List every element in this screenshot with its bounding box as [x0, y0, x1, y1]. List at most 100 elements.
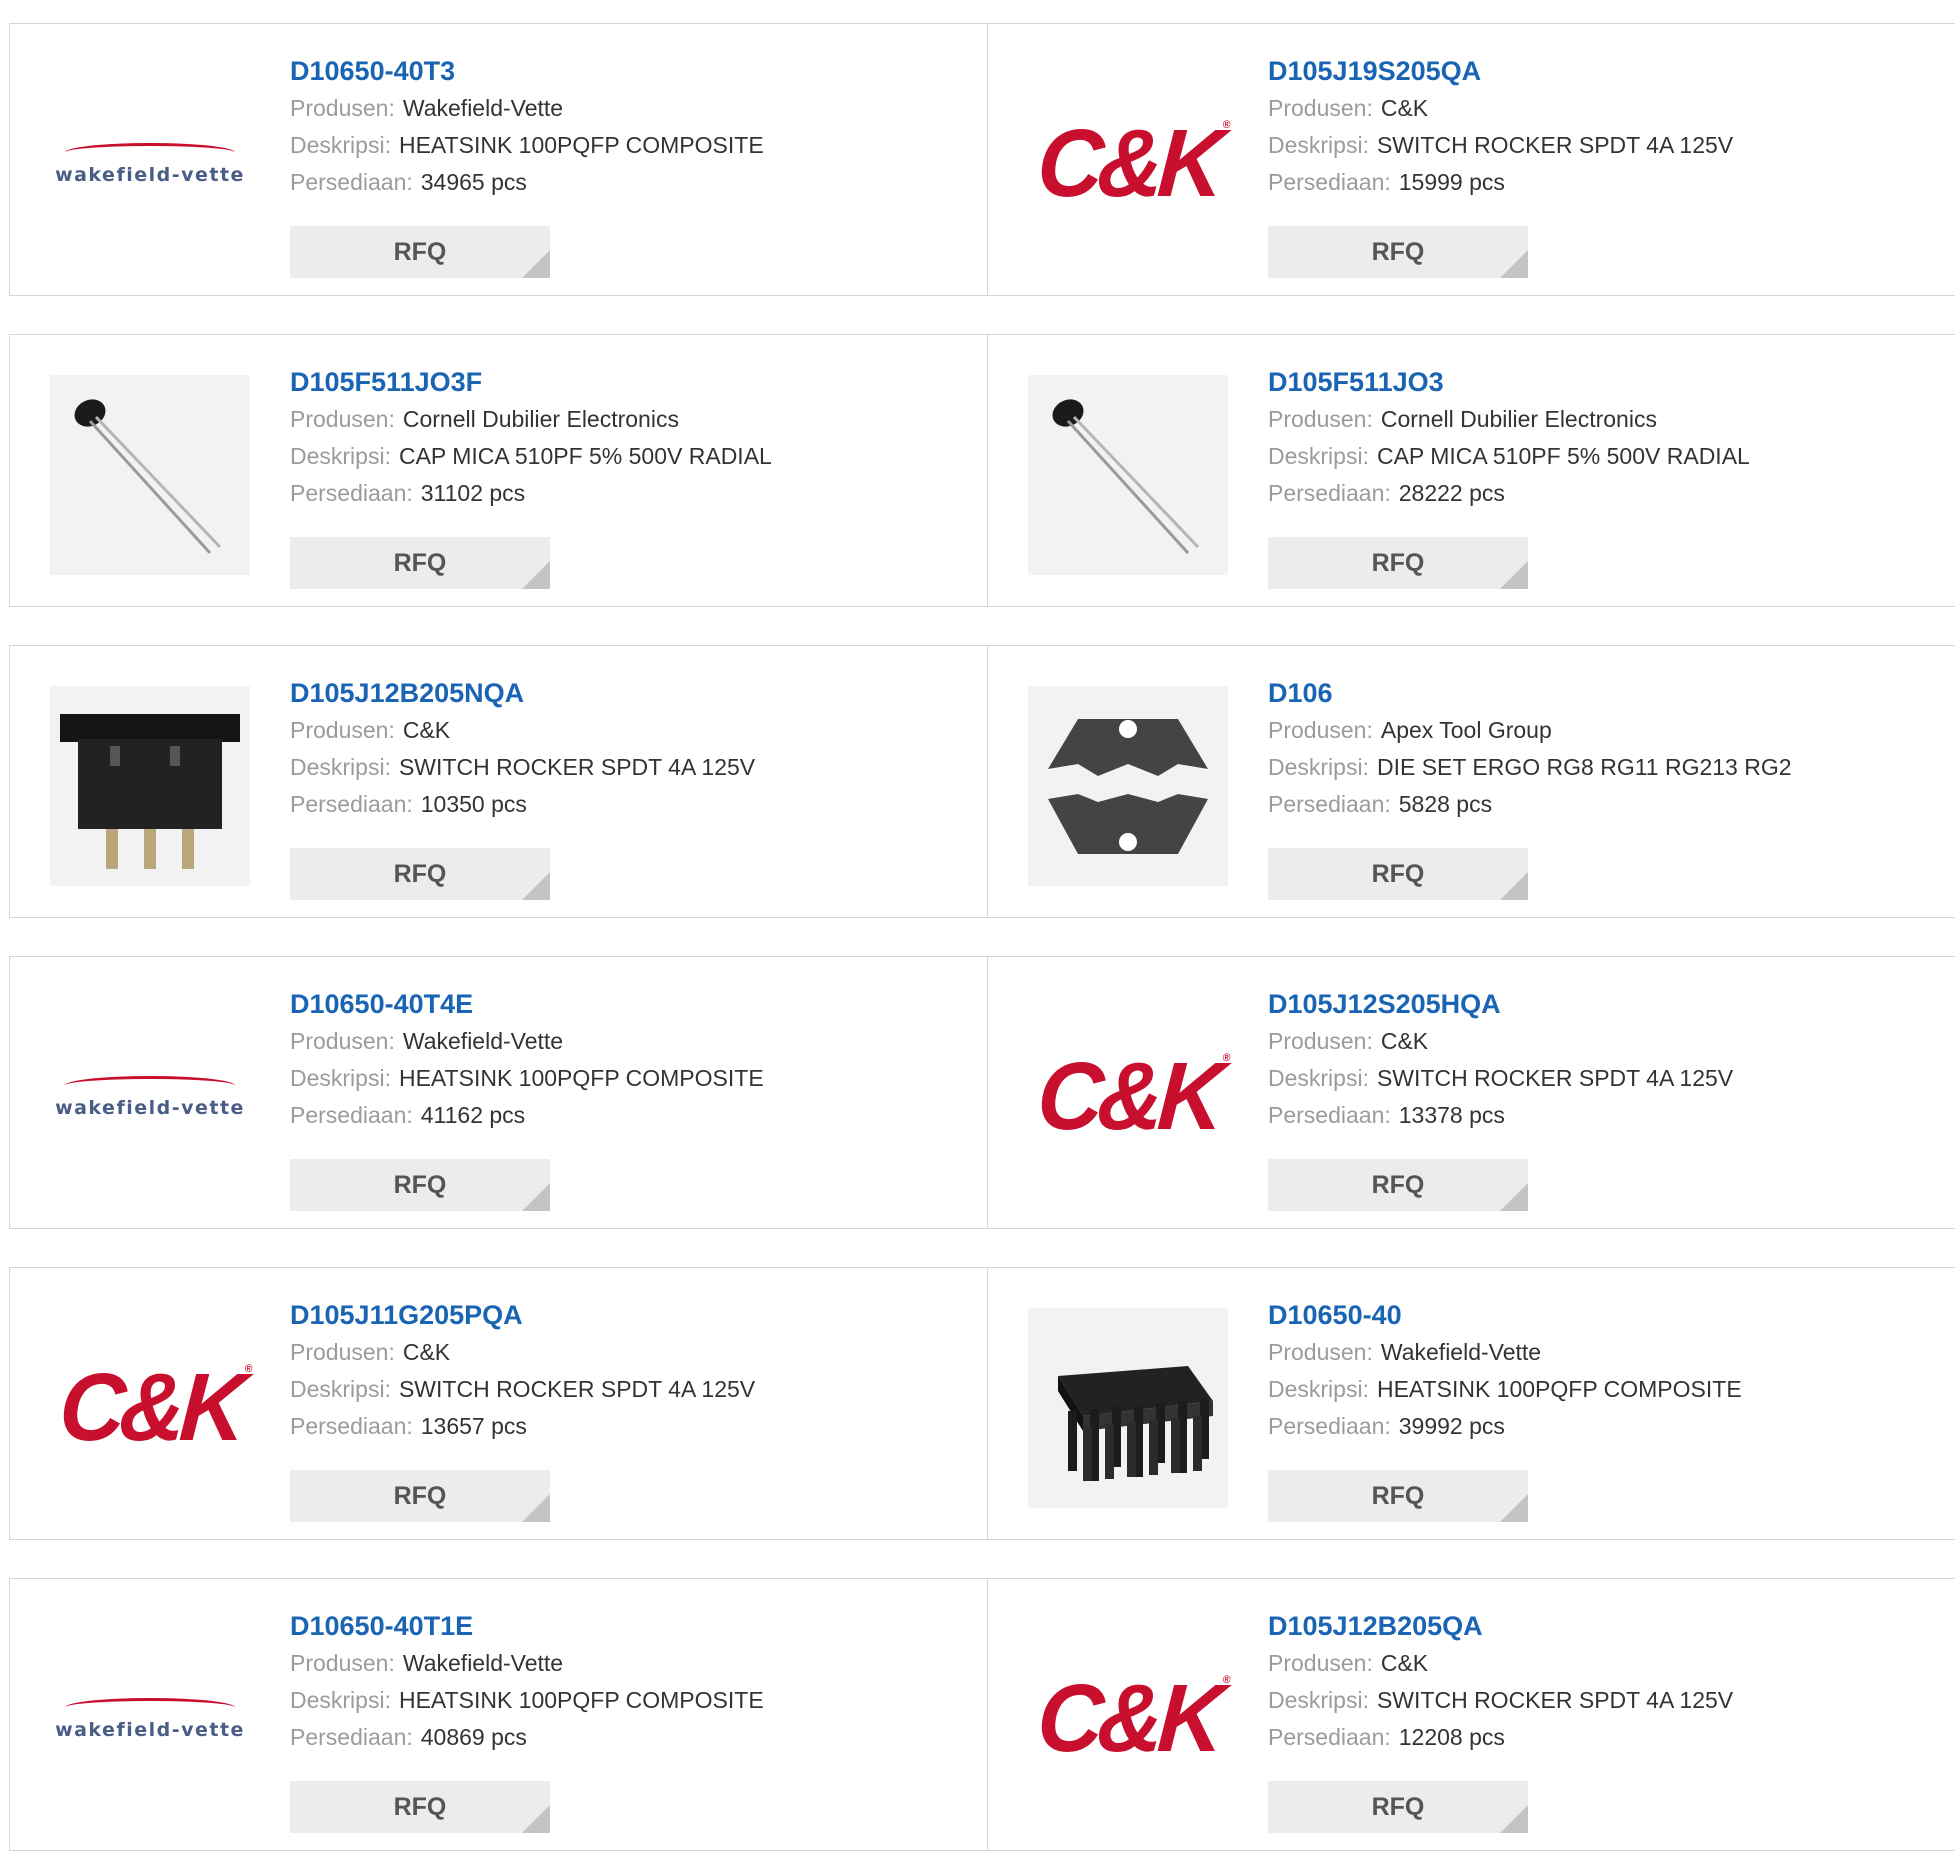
rfq-button[interactable]: RFQ — [1268, 848, 1528, 900]
product-info: D105J12B205NQA Produsen: C&K Deskripsi: SW… — [290, 674, 970, 823]
rfq-corner-decoration — [522, 1805, 550, 1833]
part-number-link[interactable]: D105J19S205QA — [1268, 52, 1948, 90]
rfq-button[interactable]: RFQ — [290, 1781, 550, 1833]
rfq-button[interactable]: RFQ — [290, 848, 550, 900]
capacitor-icon — [50, 373, 250, 578]
manufacturer-value: Wakefield-Vette — [402, 1028, 564, 1054]
rfq-label: RFQ — [393, 1171, 447, 1199]
manufacturer-label: Produsen: — [1268, 95, 1373, 121]
product-image[interactable] — [1028, 686, 1228, 886]
part-number-link[interactable]: D10650-40T3 — [290, 52, 970, 90]
product-image[interactable]: C&K ® — [50, 1308, 253, 1508]
manufacturer-line: Produsen: Wakefield-Vette — [290, 1023, 970, 1060]
manufacturer-line: Produsen: C&K — [1268, 1645, 1948, 1682]
product-image[interactable] — [50, 686, 250, 886]
rfq-label: RFQ — [1371, 860, 1425, 888]
product-card: wakefield-vette D10650-40T4E Produsen: Wa… — [10, 957, 988, 1228]
rfq-corner-decoration — [1500, 872, 1528, 900]
part-number-link[interactable]: D105J12S205HQA — [1268, 985, 1948, 1023]
product-info: D10650-40T3 Produsen: Wakefield-Vette Des… — [290, 52, 970, 201]
product-card: C&K ® D105J19S205QA Produsen: C&K Deskrips… — [988, 24, 1955, 295]
description-line: Deskripsi: HEATSINK 100PQFP COMPOSITE — [290, 127, 970, 164]
ck-logo-icon: C&K ® — [1034, 1043, 1231, 1150]
product-info: D105F511JO3 Produsen: Cornell Dubilier El… — [1268, 363, 1948, 512]
wakefield-vette-logo-icon: wakefield-vette — [50, 1075, 250, 1119]
part-number-link[interactable]: D106 — [1268, 674, 1948, 712]
rfq-button[interactable]: RFQ — [290, 1470, 550, 1522]
product-image[interactable]: C&K ® — [1028, 1619, 1230, 1819]
manufacturer-label: Produsen: — [1268, 1339, 1373, 1365]
rfq-button[interactable]: RFQ — [290, 1159, 550, 1211]
wakefield-vette-logo-icon: wakefield-vette — [50, 142, 250, 186]
rfq-corner-decoration — [522, 250, 550, 278]
manufacturer-label: Produsen: — [290, 1650, 395, 1676]
stock-value: 41162 pcs — [420, 1102, 526, 1128]
product-image[interactable]: C&K ® — [1028, 997, 1231, 1197]
product-info: D105F511JO3F Produsen: Cornell Dubilier E… — [290, 363, 970, 512]
stock-label: Persediaan: — [1268, 1413, 1391, 1439]
product-image[interactable]: wakefield-vette — [50, 1619, 250, 1819]
stock-value: 13378 pcs — [1398, 1102, 1505, 1128]
description-line: Deskripsi: HEATSINK 100PQFP COMPOSITE — [290, 1060, 970, 1097]
part-number-link[interactable]: D10650-40T4E — [290, 985, 970, 1023]
stock-label: Persediaan: — [290, 169, 413, 195]
description-value: CAP MICA 510PF 5% 500V RADIAL — [398, 443, 772, 469]
rfq-button[interactable]: RFQ — [290, 537, 550, 589]
part-number-link[interactable]: D105J12B205QA — [1268, 1607, 1948, 1645]
rfq-label: RFQ — [393, 549, 447, 577]
description-label: Deskripsi: — [290, 132, 391, 158]
product-card: C&K ® D105J12S205HQA Produsen: C&K Deskrip… — [988, 957, 1955, 1228]
stock-value: 31102 pcs — [420, 480, 526, 506]
part-number-link[interactable]: D10650-40 — [1268, 1296, 1948, 1334]
stock-label: Persediaan: — [1268, 791, 1391, 817]
product-image[interactable]: wakefield-vette — [50, 64, 250, 264]
part-number-link[interactable]: D105J11G205PQA — [290, 1296, 970, 1334]
manufacturer-label: Produsen: — [1268, 406, 1373, 432]
stock-label: Persediaan: — [290, 1102, 413, 1128]
part-number-link[interactable]: D105F511JO3F — [290, 363, 970, 401]
stock-line: Persediaan: 12208 pcs — [1268, 1719, 1948, 1756]
manufacturer-label: Produsen: — [1268, 1650, 1373, 1676]
part-number-link[interactable]: D10650-40T1E — [290, 1607, 970, 1645]
rfq-button[interactable]: RFQ — [1268, 1470, 1528, 1522]
rfq-button[interactable]: RFQ — [1268, 1159, 1528, 1211]
rocker-switch-icon — [50, 684, 250, 889]
manufacturer-label: Produsen: — [290, 95, 395, 121]
stock-value: 39992 pcs — [1398, 1413, 1505, 1439]
ck-logo-icon: C&K ® — [1034, 110, 1231, 217]
rfq-button[interactable]: RFQ — [1268, 226, 1528, 278]
product-image[interactable]: wakefield-vette — [50, 997, 250, 1197]
rfq-corner-decoration — [522, 1183, 550, 1211]
ck-logo-icon: C&K ® — [56, 1354, 253, 1461]
stock-line: Persediaan: 40869 pcs — [290, 1719, 970, 1756]
product-card: wakefield-vette D10650-40T1E Produsen: Wa… — [10, 1579, 988, 1850]
rfq-button[interactable]: RFQ — [1268, 1781, 1528, 1833]
product-row: D105F511JO3F Produsen: Cornell Dubilier E… — [9, 334, 1955, 607]
stock-line: Persediaan: 15999 pcs — [1268, 164, 1948, 201]
stock-line: Persediaan: 34965 pcs — [290, 164, 970, 201]
description-line: Deskripsi: SWITCH ROCKER SPDT 4A 125V — [1268, 127, 1948, 164]
description-value: SWITCH ROCKER SPDT 4A 125V — [1376, 132, 1734, 158]
manufacturer-value: C&K — [1380, 1028, 1429, 1054]
product-image[interactable] — [50, 375, 250, 575]
product-image[interactable] — [1028, 375, 1228, 575]
product-info: D105J12S205HQA Produsen: C&K Deskripsi: SW… — [1268, 985, 1948, 1134]
manufacturer-value: Wakefield-Vette — [402, 1650, 564, 1676]
product-info: D10650-40 Produsen: Wakefield-Vette Deskr… — [1268, 1296, 1948, 1445]
die-set-icon — [1028, 684, 1228, 889]
rfq-label: RFQ — [1371, 1482, 1425, 1510]
stock-value: 5828 pcs — [1398, 791, 1493, 817]
rfq-button[interactable]: RFQ — [290, 226, 550, 278]
part-number-link[interactable]: D105J12B205NQA — [290, 674, 970, 712]
product-row: C&K ® D105J11G205PQA Produsen: C&K Deskrip… — [9, 1267, 1955, 1540]
product-image[interactable]: C&K ® — [1028, 64, 1231, 264]
rfq-label: RFQ — [393, 860, 447, 888]
manufacturer-label: Produsen: — [290, 406, 395, 432]
manufacturer-line: Produsen: C&K — [1268, 1023, 1948, 1060]
description-line: Deskripsi: SWITCH ROCKER SPDT 4A 125V — [290, 749, 970, 786]
product-card: D10650-40 Produsen: Wakefield-Vette Deskr… — [988, 1268, 1955, 1539]
manufacturer-line: Produsen: C&K — [290, 712, 970, 749]
part-number-link[interactable]: D105F511JO3 — [1268, 363, 1948, 401]
rfq-button[interactable]: RFQ — [1268, 537, 1528, 589]
product-image[interactable] — [1028, 1308, 1228, 1508]
